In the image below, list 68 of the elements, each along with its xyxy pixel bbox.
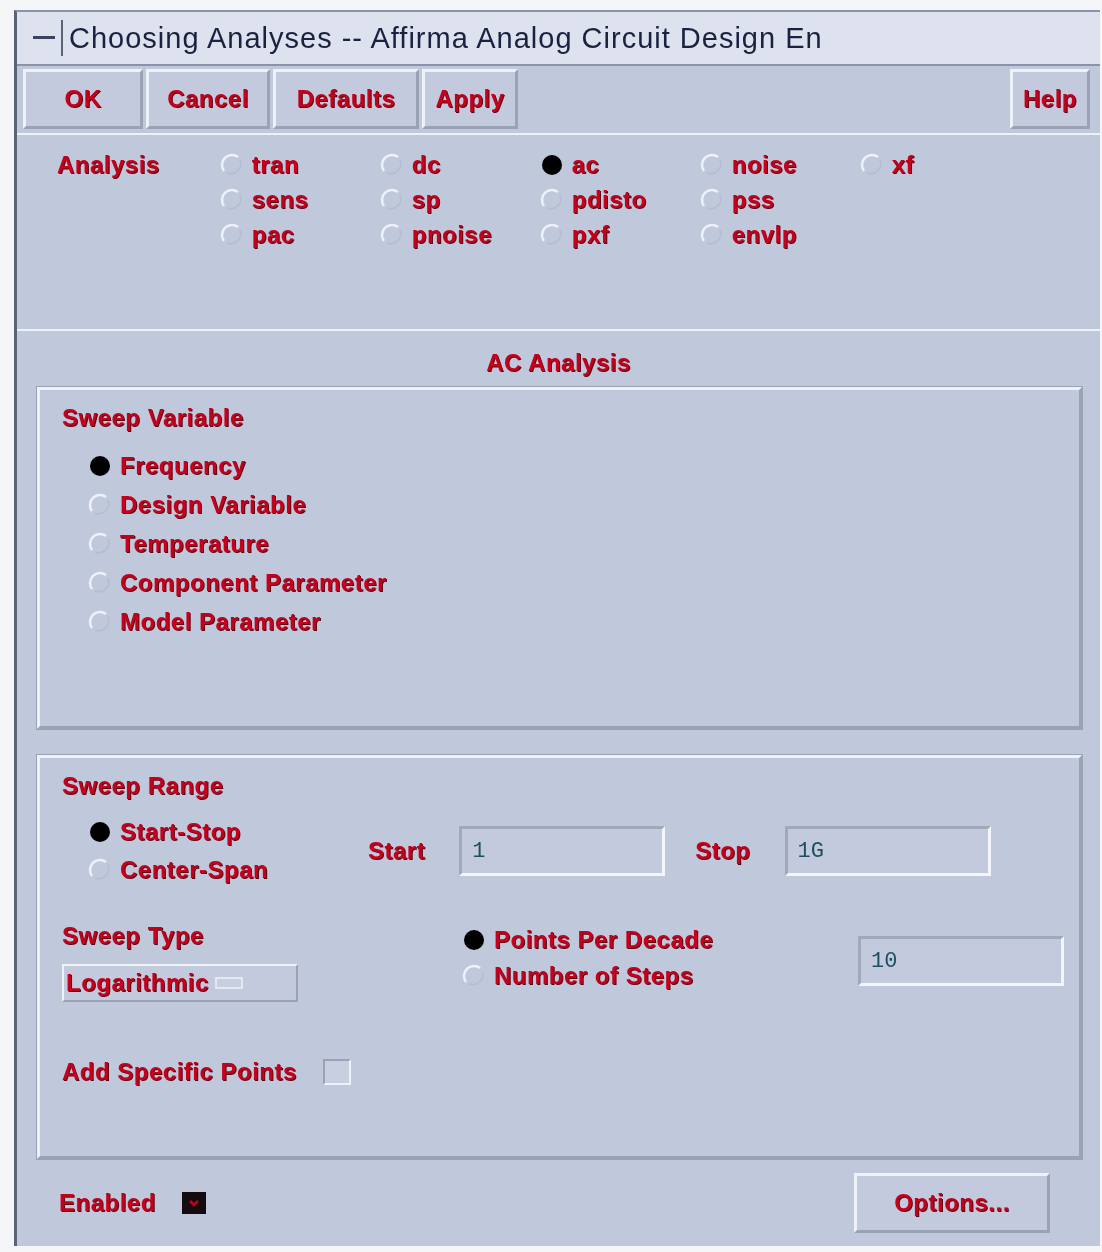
- dropdown-icon: [214, 976, 245, 990]
- input-field[interactable]: 10: [858, 936, 1064, 986]
- radio-label[interactable]: Start-Stop: [120, 818, 241, 846]
- radio-button[interactable]: [219, 153, 244, 177]
- radio-button[interactable]: [699, 188, 724, 212]
- radio-label[interactable]: Points Per Decade: [494, 926, 714, 954]
- checkbox[interactable]: [322, 1059, 351, 1085]
- radio-button[interactable]: [379, 153, 404, 177]
- options-button[interactable]: Options...: [854, 1173, 1050, 1233]
- radio-label[interactable]: noise: [731, 151, 797, 179]
- radio-label[interactable]: Number of Steps: [494, 962, 694, 990]
- radio-button[interactable]: [539, 223, 564, 247]
- check-mark-icon: [188, 1200, 199, 1207]
- radio-button[interactable]: [379, 188, 404, 212]
- checkbox[interactable]: [181, 1192, 206, 1214]
- radio-label[interactable]: dc: [411, 151, 441, 179]
- radio-label[interactable]: xf: [891, 151, 915, 179]
- radio-label[interactable]: pac: [251, 221, 295, 249]
- radio-button[interactable]: [88, 571, 112, 595]
- radio-button[interactable]: [699, 153, 724, 177]
- radio-button[interactable]: [88, 820, 112, 844]
- radio-button[interactable]: [539, 153, 564, 177]
- radio-label[interactable]: pdisto: [571, 186, 647, 214]
- radio-button[interactable]: [859, 153, 884, 177]
- section-title: AC Analysis: [486, 349, 631, 376]
- checkbox-label: Add Specific Points: [62, 1058, 297, 1086]
- radio-button[interactable]: [699, 223, 724, 247]
- radio-button[interactable]: [462, 928, 486, 952]
- radio-label[interactable]: Component Parameter: [120, 569, 387, 597]
- panel-title: Sweep Range: [62, 772, 224, 799]
- radio-label[interactable]: ac: [571, 151, 600, 179]
- toolbar-button[interactable]: Help: [1010, 69, 1090, 129]
- radio-button[interactable]: [462, 964, 486, 988]
- radio-label[interactable]: Frequency: [120, 452, 246, 480]
- radio-label[interactable]: Temperature: [120, 530, 270, 558]
- input-field[interactable]: 1G: [784, 826, 991, 876]
- checkbox-label: Enabled: [59, 1189, 156, 1217]
- radio-label[interactable]: sens: [251, 186, 309, 214]
- radio-button[interactable]: [88, 532, 112, 556]
- radio-button[interactable]: [88, 493, 112, 517]
- panel-title: Sweep Variable: [62, 404, 244, 431]
- toolbar-button[interactable]: OK: [23, 69, 143, 129]
- radio-label[interactable]: pss: [731, 186, 775, 214]
- radio-button[interactable]: [88, 858, 112, 882]
- toolbar-button[interactable]: Apply: [422, 69, 518, 129]
- window-title: Choosing Analyses -- Affirma Analog Circuit Design En: [68, 21, 823, 55]
- toolbar-button[interactable]: Defaults: [273, 69, 419, 129]
- radio-button[interactable]: [219, 223, 244, 247]
- radio-label[interactable]: sp: [411, 186, 441, 214]
- radio-label[interactable]: Model Parameter: [120, 608, 321, 636]
- radio-label[interactable]: Center-Span: [120, 856, 269, 884]
- input-field[interactable]: 1: [459, 826, 666, 876]
- field-label: Stop: [695, 837, 751, 865]
- radio-label[interactable]: envlp: [731, 221, 797, 249]
- radio-label[interactable]: pnoise: [411, 221, 493, 249]
- radio-button[interactable]: [88, 454, 112, 478]
- radio-button[interactable]: [219, 188, 244, 212]
- panel-title: Sweep Type: [62, 922, 204, 949]
- radio-label[interactable]: tran: [251, 151, 300, 179]
- radio-button[interactable]: [379, 223, 404, 247]
- analysis-label: Analysis: [57, 151, 160, 180]
- radio-button[interactable]: [88, 610, 112, 634]
- radio-button[interactable]: [539, 188, 564, 212]
- radio-label[interactable]: Design Variable: [120, 491, 307, 519]
- radio-label[interactable]: pxf: [571, 221, 610, 249]
- sweep-type-dropdown[interactable]: Logarithmic: [62, 964, 298, 1002]
- field-label: Start: [368, 837, 426, 865]
- toolbar-button[interactable]: Cancel: [146, 69, 270, 129]
